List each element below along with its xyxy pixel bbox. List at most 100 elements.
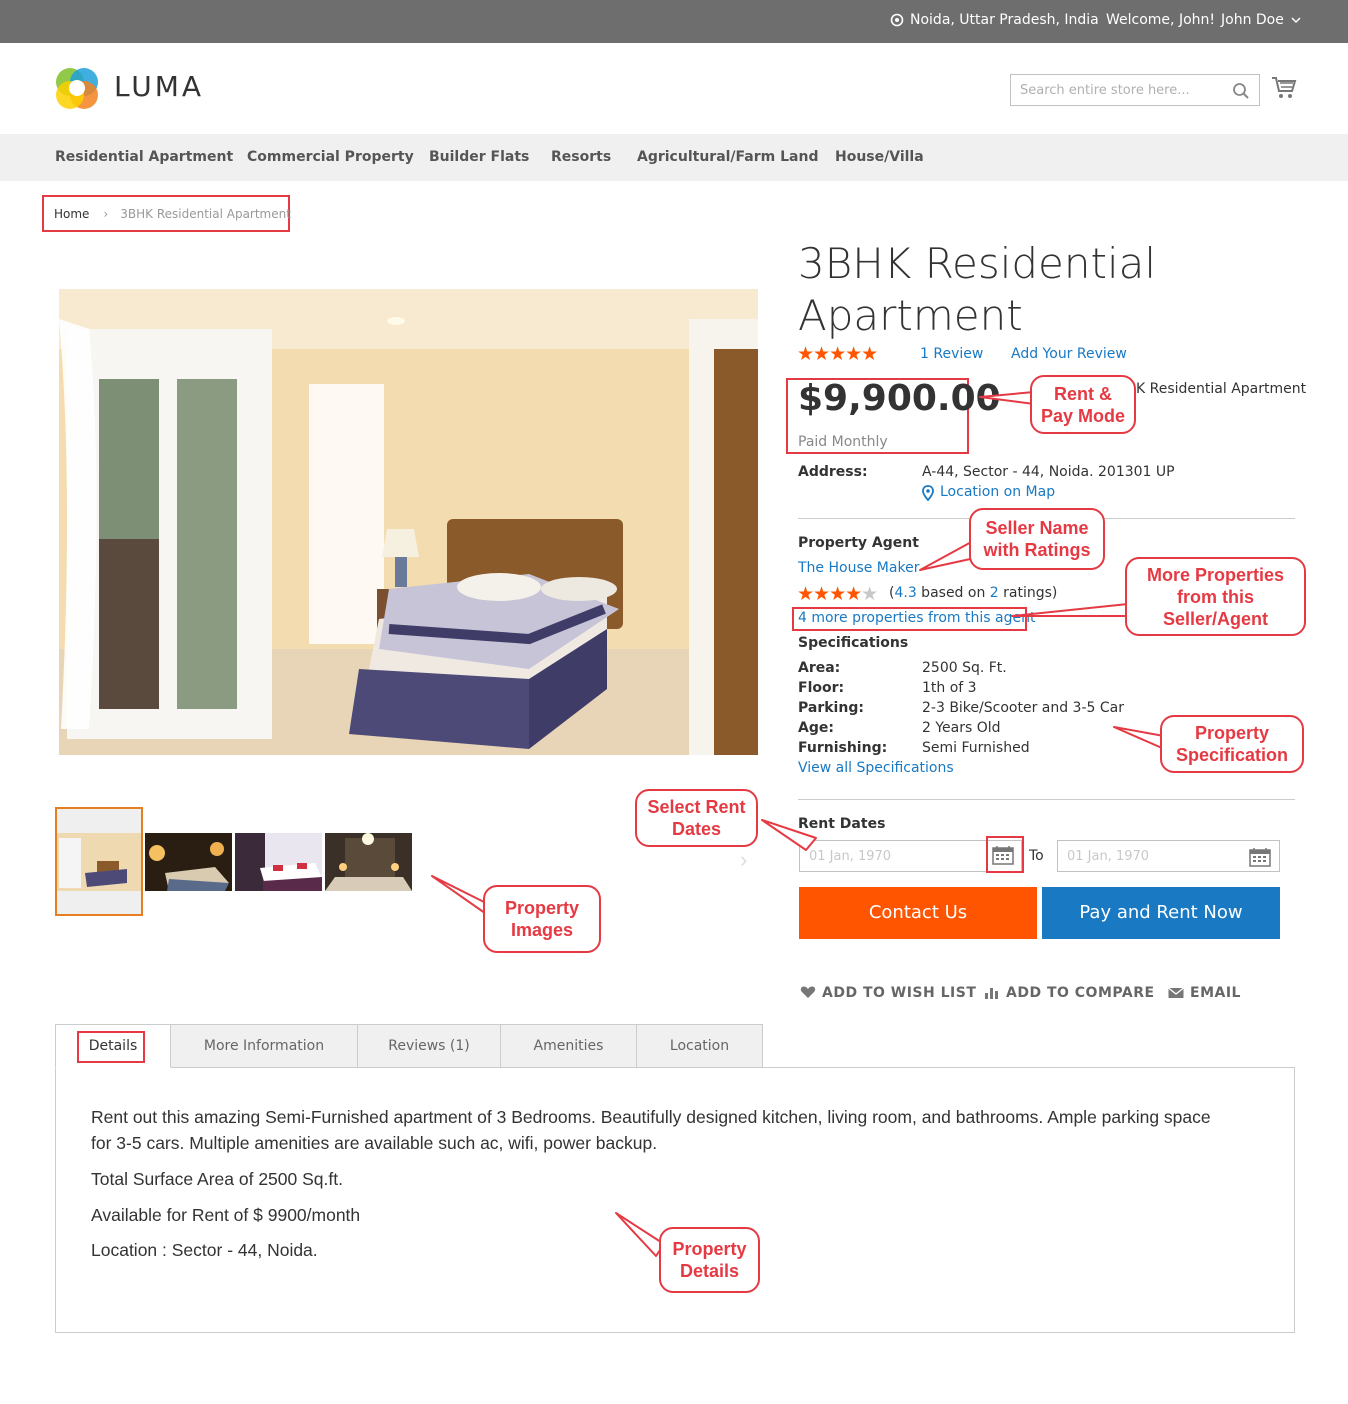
add-to-wishlist-link[interactable]: ADD TO WISH LIST [800, 985, 976, 1001]
thumbnail-2[interactable] [145, 833, 232, 891]
spec-value-furnishing: Semi Furnished [922, 740, 1030, 756]
callout-images-line-1: Property [504, 898, 580, 918]
details-tab-highlight [77, 1031, 145, 1063]
wishlist-label: ADD TO WISH LIST [822, 985, 977, 1001]
callout-property-details: Property Details [659, 1227, 760, 1293]
contact-us-button[interactable]: Contact Us [799, 887, 1037, 939]
callout-more-properties: More Properties from this Seller/Agent [1125, 557, 1306, 636]
spec-value-age: 2 Years Old [922, 720, 1001, 736]
view-all-specifications-link[interactable]: View all Specifications [798, 760, 954, 776]
location-text[interactable]: Noida, Uttar Pradesh, India [910, 12, 1099, 28]
thumbnail-1[interactable] [57, 833, 141, 891]
callout-seller-name: Seller Name with Ratings [969, 508, 1105, 570]
breadcrumb-separator-icon: › [103, 207, 109, 221]
spec-label-age: Age: [798, 720, 834, 736]
callout-spec-line-1: Property [1194, 723, 1270, 743]
callout-rent-pay-line-1: Rent & [1054, 383, 1112, 404]
spec-label-floor: Floor: [798, 680, 845, 696]
callout-images-line-2: Images [510, 920, 574, 940]
chevron-down-icon [1291, 17, 1301, 24]
pay-and-rent-now-button[interactable]: Pay and Rent Now [1042, 887, 1280, 939]
more-properties-link[interactable]: 4 more properties from this agent [798, 610, 1035, 626]
callout-spec-line-2: Specification [1175, 745, 1289, 765]
rent-dates-heading: Rent Dates [798, 816, 886, 832]
rent-date-from-input[interactable] [800, 841, 980, 871]
nav-item-residential-apartment[interactable]: Residential Apartment [55, 149, 233, 165]
agent-empty-star: ★ [861, 584, 878, 605]
spec-value-area: 2500 Sq. Ft. [922, 660, 1007, 676]
heart-icon [800, 986, 816, 998]
nav-item-builder-flats[interactable]: Builder Flats [429, 149, 529, 165]
compare-label: ADD TO COMPARE [1006, 985, 1155, 1001]
breadcrumb-home[interactable]: Home [54, 207, 89, 221]
callout-details-line-1: Property [672, 1239, 747, 1259]
callout-details-line-2: Details [679, 1261, 740, 1281]
calendar-icon[interactable] [1249, 847, 1271, 872]
nav-item-agricultural-farm-land[interactable]: Agricultural/Farm Land [637, 149, 818, 165]
agent-filled-stars: ★★★★ [797, 584, 862, 605]
location-pin-icon [890, 13, 904, 31]
callout-seller-line-1: Seller Name [985, 518, 1089, 538]
rent-date-to [1057, 840, 1280, 872]
add-review-link[interactable]: Add Your Review [1011, 346, 1127, 362]
map-pin-icon [922, 485, 934, 506]
location-on-map-link[interactable]: Location on Map [940, 484, 1055, 500]
spec-label-parking: Parking: [798, 700, 864, 716]
product-main-image[interactable] [59, 289, 758, 755]
tab-reviews[interactable]: Reviews (1) [357, 1024, 501, 1068]
agent-name-link[interactable]: The House Maker [798, 560, 919, 576]
details-paragraph-1-line-1: Rent out this amazing Semi-Furnished apa… [91, 1107, 1211, 1127]
callout-more-props-line-3: Seller/Agent [1162, 608, 1268, 629]
tab-more-information[interactable]: More Information [170, 1024, 358, 1068]
product-rating-stars: ★★★★★ [797, 344, 878, 365]
spec-label-furnishing: Furnishing: [798, 740, 888, 756]
cart-icon[interactable] [1271, 76, 1297, 105]
search-icon[interactable] [1232, 82, 1250, 105]
address-label: Address: [798, 464, 868, 480]
agent-rating-paren-close: ratings) [998, 585, 1058, 601]
rent-date-to-input[interactable] [1058, 841, 1238, 871]
review-count-link[interactable]: 1 Review [920, 346, 983, 362]
agent-rating-text: (4.3 based on 2 ratings) [889, 585, 1057, 601]
agent-rating-value[interactable]: 4.3 [894, 585, 916, 601]
callout-rent-dates-line-2: Dates [671, 819, 721, 839]
account-menu[interactable]: John Doe [1221, 12, 1301, 28]
tab-location[interactable]: Location [636, 1024, 763, 1068]
account-name: John Doe [1221, 12, 1284, 28]
callout-select-rent-dates: Select Rent Dates [635, 789, 758, 847]
email-link[interactable]: EMAIL [1168, 985, 1241, 1001]
spec-label-area: Area: [798, 660, 841, 676]
callout-seller-line-2: with Ratings [983, 540, 1091, 560]
callout-rent-dates-line-1: Select Rent [647, 797, 746, 817]
spec-value-floor: 1th of 3 [922, 680, 977, 696]
callout-more-props-line-2: from this [1176, 586, 1254, 607]
details-paragraph-2: Total Surface Area of 2500 Sq.ft. [91, 1169, 343, 1189]
luma-logo-icon[interactable] [54, 65, 100, 111]
add-to-compare-link[interactable]: ADD TO COMPARE [984, 985, 1155, 1001]
product-title: 3BHK Residential Apartment [798, 239, 1157, 340]
compare-icon [985, 988, 998, 999]
nav-item-commercial-property[interactable]: Commercial Property [247, 149, 414, 165]
agent-rating-count[interactable]: 2 [990, 585, 999, 601]
callout-more-props-line-1: More Properties [1146, 564, 1285, 585]
main-nav: Residential Apartment Commercial Propert… [0, 134, 1348, 181]
nav-item-resorts[interactable]: Resorts [551, 149, 611, 165]
email-label: EMAIL [1190, 985, 1241, 1001]
breadcrumb-current: 3BHK Residential Apartment [120, 207, 291, 221]
callout-rent-pay-line-2: Pay Mode [1040, 405, 1126, 426]
welcome-text: Welcome, John! [1106, 12, 1215, 28]
gallery-next-arrow-icon[interactable]: › [740, 847, 747, 873]
logo-text[interactable]: LUMA [114, 70, 204, 103]
product-sku-fragment: K Residential Apartment [1136, 381, 1307, 397]
calendar-icon[interactable] [992, 845, 1014, 870]
specifications-heading: Specifications [798, 635, 909, 651]
callout-property-images: Property Images [483, 885, 601, 953]
top-bar: Noida, Uttar Pradesh, India Welcome, Joh… [0, 0, 1348, 43]
thumbnail-3[interactable] [235, 833, 322, 891]
thumbnail-4[interactable] [325, 833, 412, 891]
tab-amenities[interactable]: Amenities [500, 1024, 637, 1068]
breadcrumb: Home › 3BHK Residential Apartment [54, 207, 291, 221]
nav-item-house-villa[interactable]: House/Villa [835, 149, 924, 165]
spec-value-parking: 2-3 Bike/Scooter and 3-5 Car [922, 700, 1124, 716]
search-input[interactable] [1011, 75, 1221, 105]
